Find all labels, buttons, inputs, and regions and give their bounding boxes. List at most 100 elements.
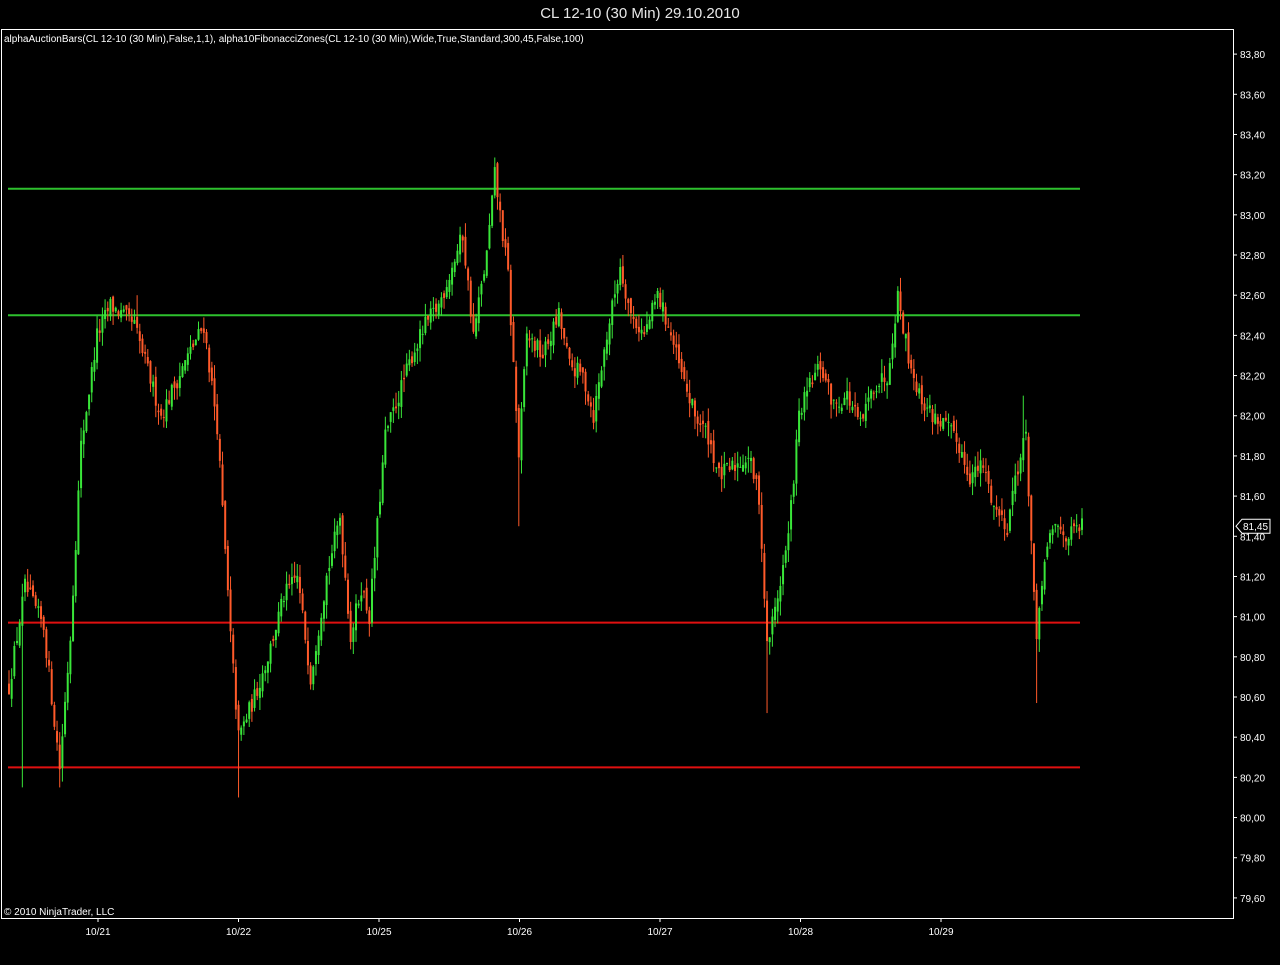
candle — [507, 236, 510, 272]
candle — [45, 626, 48, 668]
candle — [368, 606, 371, 637]
candle-body — [205, 332, 208, 344]
candle-body — [411, 356, 414, 364]
candle-body — [675, 344, 678, 348]
candle-body — [245, 719, 248, 723]
candle-body — [189, 346, 192, 354]
candle — [1046, 542, 1049, 560]
candle-body — [779, 585, 782, 602]
candle — [82, 419, 85, 458]
candle-body — [90, 367, 93, 393]
candle-body — [1035, 589, 1038, 640]
candle-body — [979, 460, 982, 474]
candle — [344, 542, 347, 581]
candle-body — [293, 575, 296, 578]
candle-body — [774, 606, 777, 621]
candle-body — [234, 667, 237, 710]
candle-body — [726, 462, 729, 464]
candle-body — [1062, 531, 1065, 536]
candle-body — [1046, 546, 1049, 558]
candle-body — [122, 309, 125, 312]
candle-body — [950, 425, 953, 427]
candle — [824, 369, 827, 383]
candle — [226, 540, 229, 597]
candle-body — [354, 603, 357, 631]
candle — [37, 598, 40, 618]
candle-body — [960, 452, 963, 458]
candle — [987, 465, 990, 494]
candle — [920, 375, 923, 414]
candle — [982, 457, 985, 473]
candle — [995, 495, 998, 517]
candle — [221, 451, 224, 507]
candle — [592, 397, 595, 430]
candle — [1070, 516, 1073, 546]
candle — [627, 297, 630, 317]
candle — [373, 546, 376, 592]
candle — [819, 352, 822, 383]
candle-body — [640, 329, 643, 334]
candle-body — [491, 195, 494, 226]
candle-body — [72, 595, 75, 642]
candle-body — [880, 373, 883, 382]
candle-body — [803, 392, 806, 413]
candle-body — [910, 359, 913, 369]
candle-body — [846, 390, 849, 400]
candle — [576, 356, 579, 385]
candle-body — [731, 460, 734, 470]
candle — [928, 394, 931, 413]
candle — [1056, 524, 1059, 538]
y-tick-label: 83,00 — [1240, 211, 1265, 222]
candle-body — [704, 425, 707, 427]
candle-body — [352, 627, 355, 642]
candle-body — [867, 397, 870, 402]
candle-body — [213, 378, 216, 407]
candle — [613, 280, 616, 307]
candle-body — [648, 319, 651, 329]
candle-body — [77, 490, 80, 555]
candle-body — [878, 385, 881, 387]
candle — [1038, 606, 1041, 652]
candle-body — [104, 310, 107, 320]
candle-body — [443, 293, 446, 298]
candle-body — [24, 578, 27, 593]
candle-body — [629, 298, 632, 314]
candle — [509, 264, 512, 336]
candle — [202, 317, 205, 343]
candle-body — [712, 440, 715, 464]
candle-body — [931, 409, 934, 423]
candle — [664, 302, 667, 332]
candle — [1006, 523, 1009, 538]
candle-body — [346, 579, 349, 614]
y-tick-label: 83,20 — [1240, 171, 1265, 182]
candle-body — [709, 440, 712, 445]
candle-body — [53, 704, 56, 727]
candle-body — [477, 297, 480, 324]
candle-body — [114, 307, 117, 312]
candle — [854, 392, 857, 417]
candle-body — [1014, 475, 1017, 494]
candle — [128, 302, 131, 322]
candle-body — [232, 634, 235, 664]
candle-body — [61, 736, 64, 768]
price-chart[interactable]: 83,80 83,60 83,40 83,20 83,00 82,80 82,60 82,40… — [0, 0, 1280, 965]
candle-body — [912, 368, 915, 379]
candle-body — [296, 575, 299, 583]
candlestick-series — [8, 157, 1083, 798]
candle-body — [523, 369, 526, 408]
candle-body — [840, 407, 843, 411]
candle — [942, 417, 945, 431]
candle — [229, 576, 232, 643]
candle — [459, 226, 462, 263]
candle — [619, 258, 622, 291]
candle-body — [456, 250, 459, 264]
candle — [34, 591, 37, 609]
candle — [117, 309, 120, 320]
candle — [701, 410, 704, 438]
candle-body — [435, 303, 438, 312]
indicator-label: alphaAuctionBars(CL 12-10 (30 Min),False… — [4, 34, 584, 45]
candle — [597, 373, 600, 411]
candle — [1043, 559, 1046, 595]
candle-body — [1008, 509, 1011, 531]
candle — [325, 572, 328, 619]
